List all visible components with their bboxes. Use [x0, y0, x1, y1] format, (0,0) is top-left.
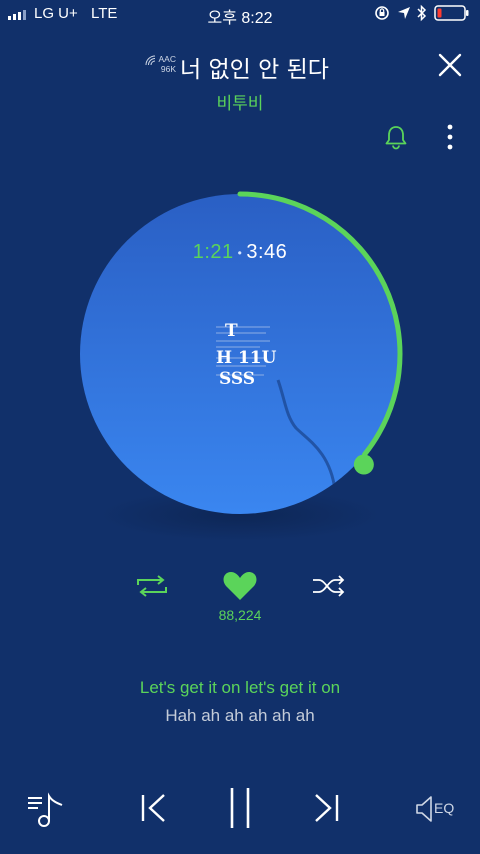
status-bar: LG U+ LTE 오후 8:22 — [0, 0, 480, 27]
time-display: 1:21 • 3:46 — [60, 241, 420, 264]
secondary-controls: 88,224 — [0, 560, 480, 630]
more-vertical-icon[interactable] — [440, 124, 460, 150]
total-time: 3:46 — [246, 241, 288, 263]
codec-bitrate: 96K — [160, 64, 176, 74]
equalizer-label: EQ — [434, 800, 455, 816]
equalizer-button[interactable]: EQ — [414, 794, 460, 824]
heart-icon[interactable] — [222, 570, 258, 602]
pause-icon[interactable] — [226, 786, 254, 830]
album-art-text: T — [225, 321, 238, 341]
album-disc-graphic: T H 11U SSS — [80, 191, 403, 541]
codec-format: AAC — [158, 54, 176, 64]
status-icons — [372, 4, 472, 22]
location-arrow-icon — [398, 7, 410, 19]
shuffle-icon[interactable] — [311, 574, 347, 598]
playlist-icon[interactable] — [26, 788, 66, 828]
elapsed-time: 1:21 — [192, 241, 234, 263]
time-separator: • — [237, 245, 243, 260]
close-icon[interactable] — [437, 52, 463, 78]
skip-next-icon[interactable] — [312, 792, 342, 824]
rotation-lock-icon — [375, 6, 389, 20]
album-art-text: H 11U — [216, 348, 277, 368]
album-art-text: SSS — [219, 369, 255, 389]
audio-wave-icon — [145, 55, 156, 66]
audio-codec-badge: AAC 96K — [144, 54, 176, 76]
album-disc: T H 11U SSS 1:21 • 3:46 — [60, 170, 420, 550]
progress-handle[interactable] — [353, 454, 374, 475]
skip-previous-icon[interactable] — [138, 792, 168, 824]
song-title: 너 없인 안 된다 — [180, 57, 329, 83]
battery-icon — [434, 5, 469, 21]
like-count: 88,224 — [218, 607, 262, 623]
repeat-icon[interactable] — [134, 574, 170, 598]
transport-bar: EQ — [0, 780, 480, 836]
lyric-next-line[interactable]: Hah ah ah ah ah ah — [0, 706, 480, 726]
artist-name[interactable]: 비투비 — [0, 89, 480, 114]
lyric-current-line[interactable]: Let's get it on let's get it on — [0, 678, 480, 698]
bluetooth-icon — [417, 4, 427, 22]
equalizer-speaker-icon — [416, 796, 432, 822]
bell-icon[interactable] — [384, 124, 408, 150]
